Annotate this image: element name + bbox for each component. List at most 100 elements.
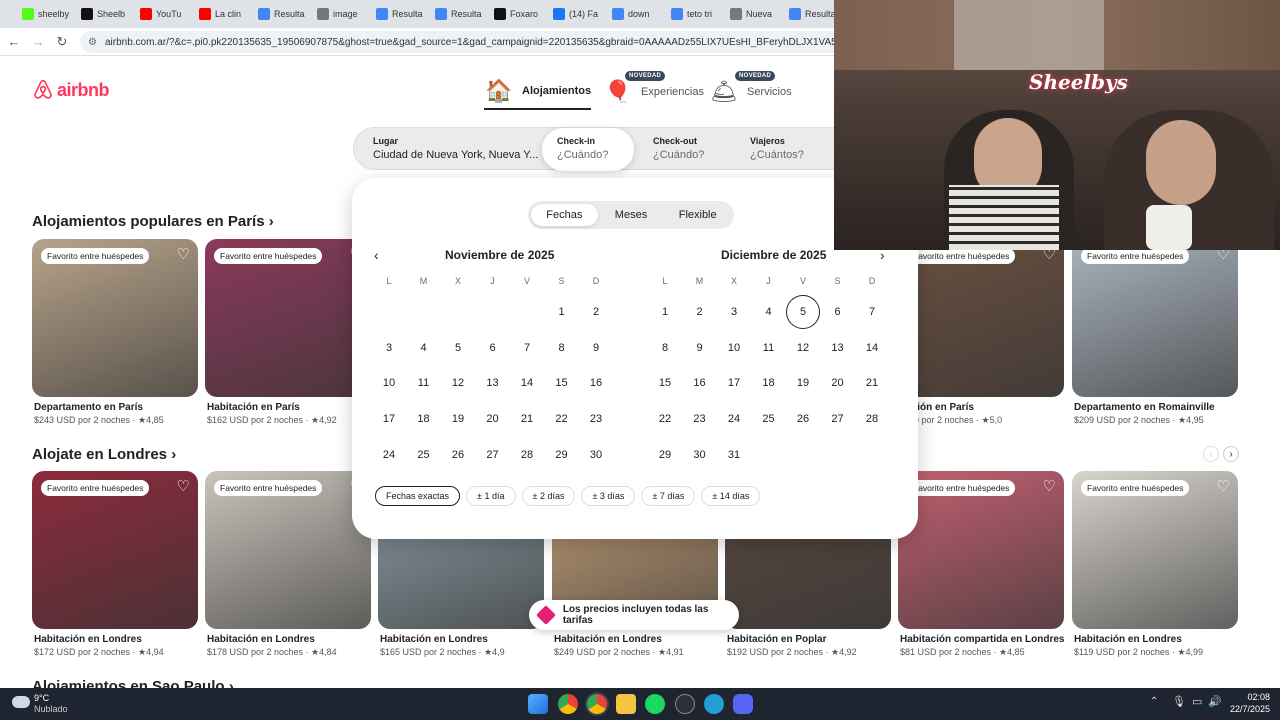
listing-photo[interactable]: Favorito entre huéspedes♡ bbox=[205, 471, 371, 629]
calendar-day[interactable]: 17 bbox=[717, 366, 751, 400]
browser-tab[interactable]: teto tri bbox=[671, 0, 730, 28]
nav-alojamientos[interactable]: 🏠 Alojamientos bbox=[484, 74, 592, 110]
browser-tab[interactable]: down bbox=[612, 0, 671, 28]
browser-tab[interactable]: (14) Fa bbox=[553, 0, 612, 28]
calendar-day[interactable]: 18 bbox=[407, 402, 441, 436]
calendar-day[interactable]: 24 bbox=[717, 402, 751, 436]
listing-card[interactable]: Favorito entre huéspedes♡Habitación en L… bbox=[205, 471, 371, 658]
listing-photo[interactable]: Favorito entre huéspedes♡ bbox=[32, 471, 198, 629]
listing-card[interactable]: Favorito entre huéspedes ♡ Departamento en… bbox=[1072, 239, 1238, 426]
search-checkin-field[interactable]: Check-in ¿Cuándo? bbox=[542, 128, 634, 171]
calendar-day[interactable]: 29 bbox=[648, 438, 682, 472]
flex-chip[interactable]: ± 14 días bbox=[701, 486, 761, 506]
search-lugar-field[interactable]: Lugar Ciudad de Nueva York, Nueva Y... bbox=[373, 128, 538, 171]
section-title-paris[interactable]: Alojamientos populares en París › bbox=[32, 213, 274, 230]
calendar-day[interactable]: 22 bbox=[545, 402, 579, 436]
search-viajeros-field[interactable]: Viajeros ¿Cuántos? bbox=[750, 128, 804, 171]
calendar-day[interactable]: 28 bbox=[510, 438, 544, 472]
calendar-day[interactable]: 27 bbox=[476, 438, 510, 472]
listing-card[interactable]: Favorito entre huéspedes♡Habitación en L… bbox=[1072, 471, 1238, 658]
monitor-icon[interactable]: ▭ bbox=[1192, 695, 1202, 708]
calendar-day[interactable]: 9 bbox=[683, 331, 717, 365]
calendar-day[interactable]: 10 bbox=[372, 366, 406, 400]
spotify-icon[interactable] bbox=[645, 694, 665, 714]
browser-tab[interactable]: Foxaro bbox=[494, 0, 553, 28]
calendar-day[interactable]: 10 bbox=[717, 331, 751, 365]
date-mode-fechas[interactable]: Fechas bbox=[531, 204, 598, 226]
carousel-next-icon[interactable]: › bbox=[1223, 446, 1239, 462]
weather-temp[interactable]: 9°C bbox=[34, 693, 49, 703]
flex-chip[interactable]: ± 3 días bbox=[581, 486, 636, 506]
listing-card[interactable]: Favorito entre huéspedes ♡ Habitación comp… bbox=[898, 471, 1064, 658]
calendar-day[interactable]: 29 bbox=[545, 438, 579, 472]
listing-card[interactable]: Favorito entre huéspedes♡ Habitación en P… bbox=[205, 239, 371, 426]
airbnb-logo[interactable]: airbnb bbox=[32, 79, 110, 101]
calendar-day[interactable]: 3 bbox=[717, 295, 751, 329]
date-mode-flexible[interactable]: Flexible bbox=[664, 204, 731, 226]
calendar-day[interactable]: 15 bbox=[545, 366, 579, 400]
listing-photo[interactable]: Favorito entre huéspedes♡ bbox=[898, 471, 1064, 629]
calendar-day[interactable]: 21 bbox=[510, 402, 544, 436]
calendar-day[interactable]: 5 bbox=[786, 295, 820, 329]
browser-tab[interactable]: sheelby bbox=[22, 0, 81, 28]
obs-icon[interactable] bbox=[675, 694, 695, 714]
listing-card[interactable]: Favorito entre huéspedes ♡ itación en Parí… bbox=[898, 239, 1064, 426]
browser-tab[interactable]: Resulta bbox=[435, 0, 494, 28]
carousel-prev-icon[interactable]: ‹ bbox=[1203, 446, 1219, 462]
browser-tab[interactable]: Sheelb bbox=[81, 0, 140, 28]
calendar-day[interactable]: 25 bbox=[752, 402, 786, 436]
calendar-day[interactable]: 14 bbox=[855, 331, 889, 365]
calendar-prev-icon[interactable]: ‹ bbox=[374, 247, 379, 263]
chrome-icon[interactable] bbox=[587, 694, 607, 714]
heart-icon[interactable]: ♡ bbox=[1217, 477, 1230, 495]
flex-chip[interactable]: ± 1 día bbox=[466, 486, 516, 506]
calendar-day[interactable]: 4 bbox=[752, 295, 786, 329]
calendar-day[interactable]: 23 bbox=[579, 402, 613, 436]
browser-tab[interactable]: Resulta bbox=[258, 0, 317, 28]
browser-tab[interactable]: YouTu bbox=[140, 0, 199, 28]
calendar-day[interactable]: 14 bbox=[510, 366, 544, 400]
calendar-day[interactable]: 24 bbox=[372, 438, 406, 472]
calendar-day[interactable]: 30 bbox=[579, 438, 613, 472]
calendar-day[interactable]: 15 bbox=[648, 366, 682, 400]
calendar-day[interactable]: 23 bbox=[683, 402, 717, 436]
calendar-day[interactable]: 19 bbox=[441, 402, 475, 436]
listing-card[interactable]: Favorito entre huéspedes ♡ Departamento en… bbox=[32, 239, 198, 426]
calendar-day[interactable]: 27 bbox=[821, 402, 855, 436]
calendar-day[interactable]: 31 bbox=[717, 438, 751, 472]
weather-desc[interactable]: Nublado bbox=[34, 704, 68, 714]
calendar-day[interactable]: 17 bbox=[372, 402, 406, 436]
listing-photo[interactable]: Favorito entre huéspedes♡ bbox=[32, 239, 198, 397]
listing-photo[interactable]: Favorito entre huéspedes♡ bbox=[205, 239, 371, 397]
calendar-day[interactable]: 6 bbox=[821, 295, 855, 329]
calendar-day[interactable]: 20 bbox=[476, 402, 510, 436]
calendar-day[interactable]: 12 bbox=[441, 366, 475, 400]
volume-icon[interactable]: 🔊 bbox=[1208, 695, 1222, 708]
microphone-icon[interactable]: 🎙 bbox=[1172, 695, 1186, 708]
telegram-icon[interactable] bbox=[704, 694, 724, 714]
listing-card[interactable]: Favorito entre huéspedes♡Habitación en L… bbox=[32, 471, 198, 658]
calendar-day[interactable]: 8 bbox=[545, 331, 579, 365]
calendar-day[interactable]: 26 bbox=[441, 438, 475, 472]
site-info-icon[interactable]: ⚙ bbox=[88, 37, 97, 48]
calendar-day[interactable]: 28 bbox=[855, 402, 889, 436]
calendar-day[interactable]: 3 bbox=[372, 331, 406, 365]
back-icon[interactable]: ← bbox=[2, 34, 26, 49]
clock-date[interactable]: 22/7/2025 bbox=[1226, 704, 1270, 714]
section-title-londres[interactable]: Alojate en Londres › bbox=[32, 446, 176, 463]
calendar-day[interactable]: 19 bbox=[786, 366, 820, 400]
reload-icon[interactable]: ↻ bbox=[50, 34, 74, 50]
calendar-day[interactable]: 25 bbox=[407, 438, 441, 472]
windows-start-icon[interactable] bbox=[528, 694, 548, 714]
listing-photo[interactable]: Favorito entre huéspedes♡ bbox=[898, 239, 1064, 397]
browser-tab[interactable]: Nueva bbox=[730, 0, 789, 28]
heart-icon[interactable]: ♡ bbox=[1043, 477, 1056, 495]
discord-icon[interactable] bbox=[733, 694, 753, 714]
calendar-day[interactable]: 7 bbox=[855, 295, 889, 329]
chevron-up-icon[interactable]: ⌃ bbox=[1150, 696, 1158, 707]
calendar-day[interactable]: 5 bbox=[441, 331, 475, 365]
calendar-day[interactable]: 1 bbox=[545, 295, 579, 329]
clock-time[interactable]: 02:08 bbox=[1226, 692, 1270, 702]
calendar-day[interactable]: 12 bbox=[786, 331, 820, 365]
calendar-day[interactable]: 9 bbox=[579, 331, 613, 365]
